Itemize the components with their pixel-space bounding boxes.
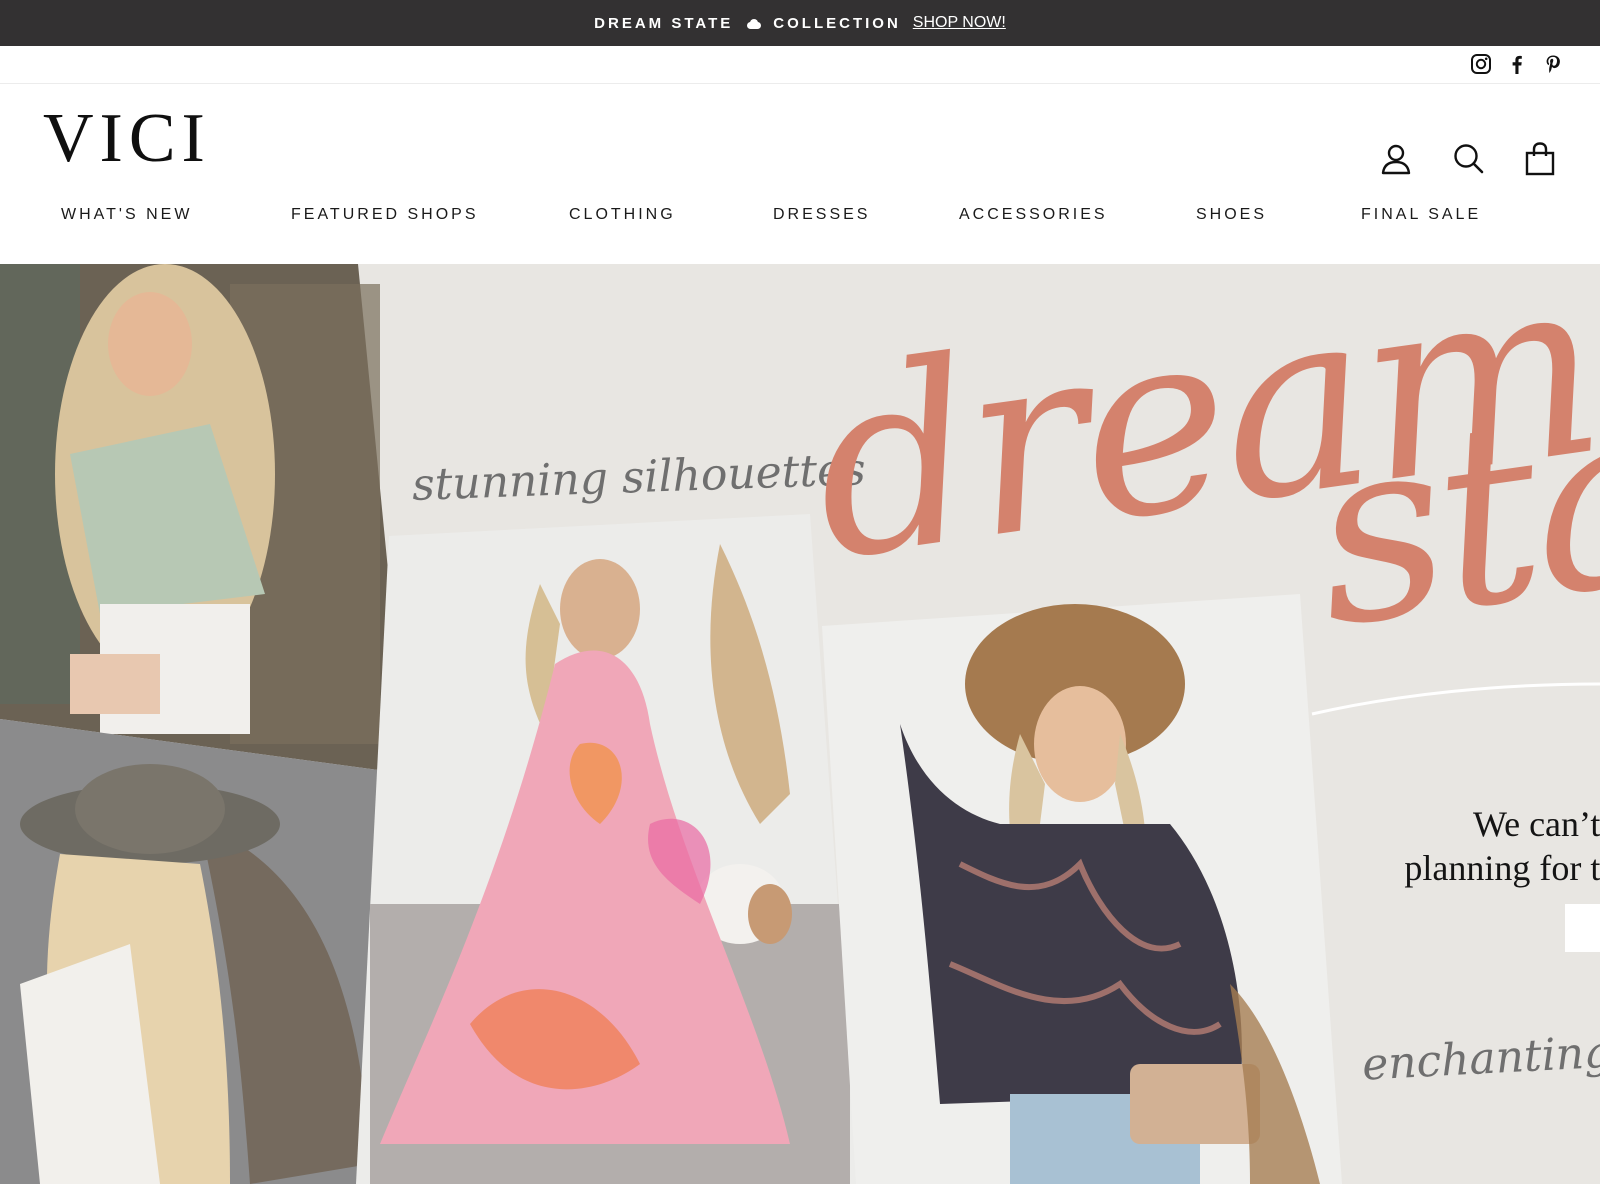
- hero-tagline-line1: We can’t: [1473, 804, 1600, 844]
- hero-photo-straw-hat: [0, 719, 408, 1184]
- pinterest-icon[interactable]: [1542, 53, 1564, 75]
- account-icon[interactable]: [1380, 142, 1412, 176]
- nav-item-final-sale[interactable]: FINAL SALE: [1361, 206, 1481, 224]
- hero-photo-leaf-blouse: [822, 594, 1342, 1184]
- social-bar: [0, 46, 1600, 84]
- hero-tagline-line2: planning for t: [1404, 848, 1600, 888]
- cloud-icon: [747, 19, 762, 29]
- search-icon[interactable]: [1452, 142, 1484, 176]
- facebook-icon[interactable]: [1506, 53, 1528, 75]
- hero-decorative-line: [1311, 682, 1600, 716]
- hero-photo-sage-top: [0, 264, 408, 774]
- nav-item-featured-shops[interactable]: FEATURED SHOPS: [291, 206, 479, 224]
- cart-bag-icon[interactable]: [1524, 142, 1556, 176]
- site-logo[interactable]: VICI: [43, 104, 211, 174]
- nav-item-dresses[interactable]: DRESSES: [773, 206, 870, 224]
- nav-item-whats-new[interactable]: WHAT'S NEW: [61, 206, 192, 224]
- hero-banner[interactable]: stunning silhouettes dream stat We can’t…: [0, 264, 1600, 1184]
- announcement-bar: DREAM STATE COLLECTION SHOP NOW!: [0, 0, 1600, 46]
- instagram-icon[interactable]: [1470, 53, 1492, 75]
- hero-tagline: We can’t planning for t: [1398, 802, 1600, 890]
- announcement-text-after: COLLECTION: [773, 14, 901, 32]
- announcement-text-before: DREAM STATE: [594, 14, 734, 32]
- main-navigation: WHAT'S NEW FEATURED SHOPS CLOTHING DRESS…: [0, 206, 1600, 230]
- nav-item-accessories[interactable]: ACCESSORIES: [959, 206, 1108, 224]
- shop-now-link[interactable]: SHOP NOW!: [913, 14, 1006, 32]
- hero-shop-button[interactable]: [1565, 904, 1600, 952]
- hero-photo-floral-dress: [356, 514, 858, 1184]
- nav-item-shoes[interactable]: SHOES: [1196, 206, 1267, 224]
- header-actions: [1380, 142, 1556, 176]
- nav-item-clothing[interactable]: CLOTHING: [569, 206, 676, 224]
